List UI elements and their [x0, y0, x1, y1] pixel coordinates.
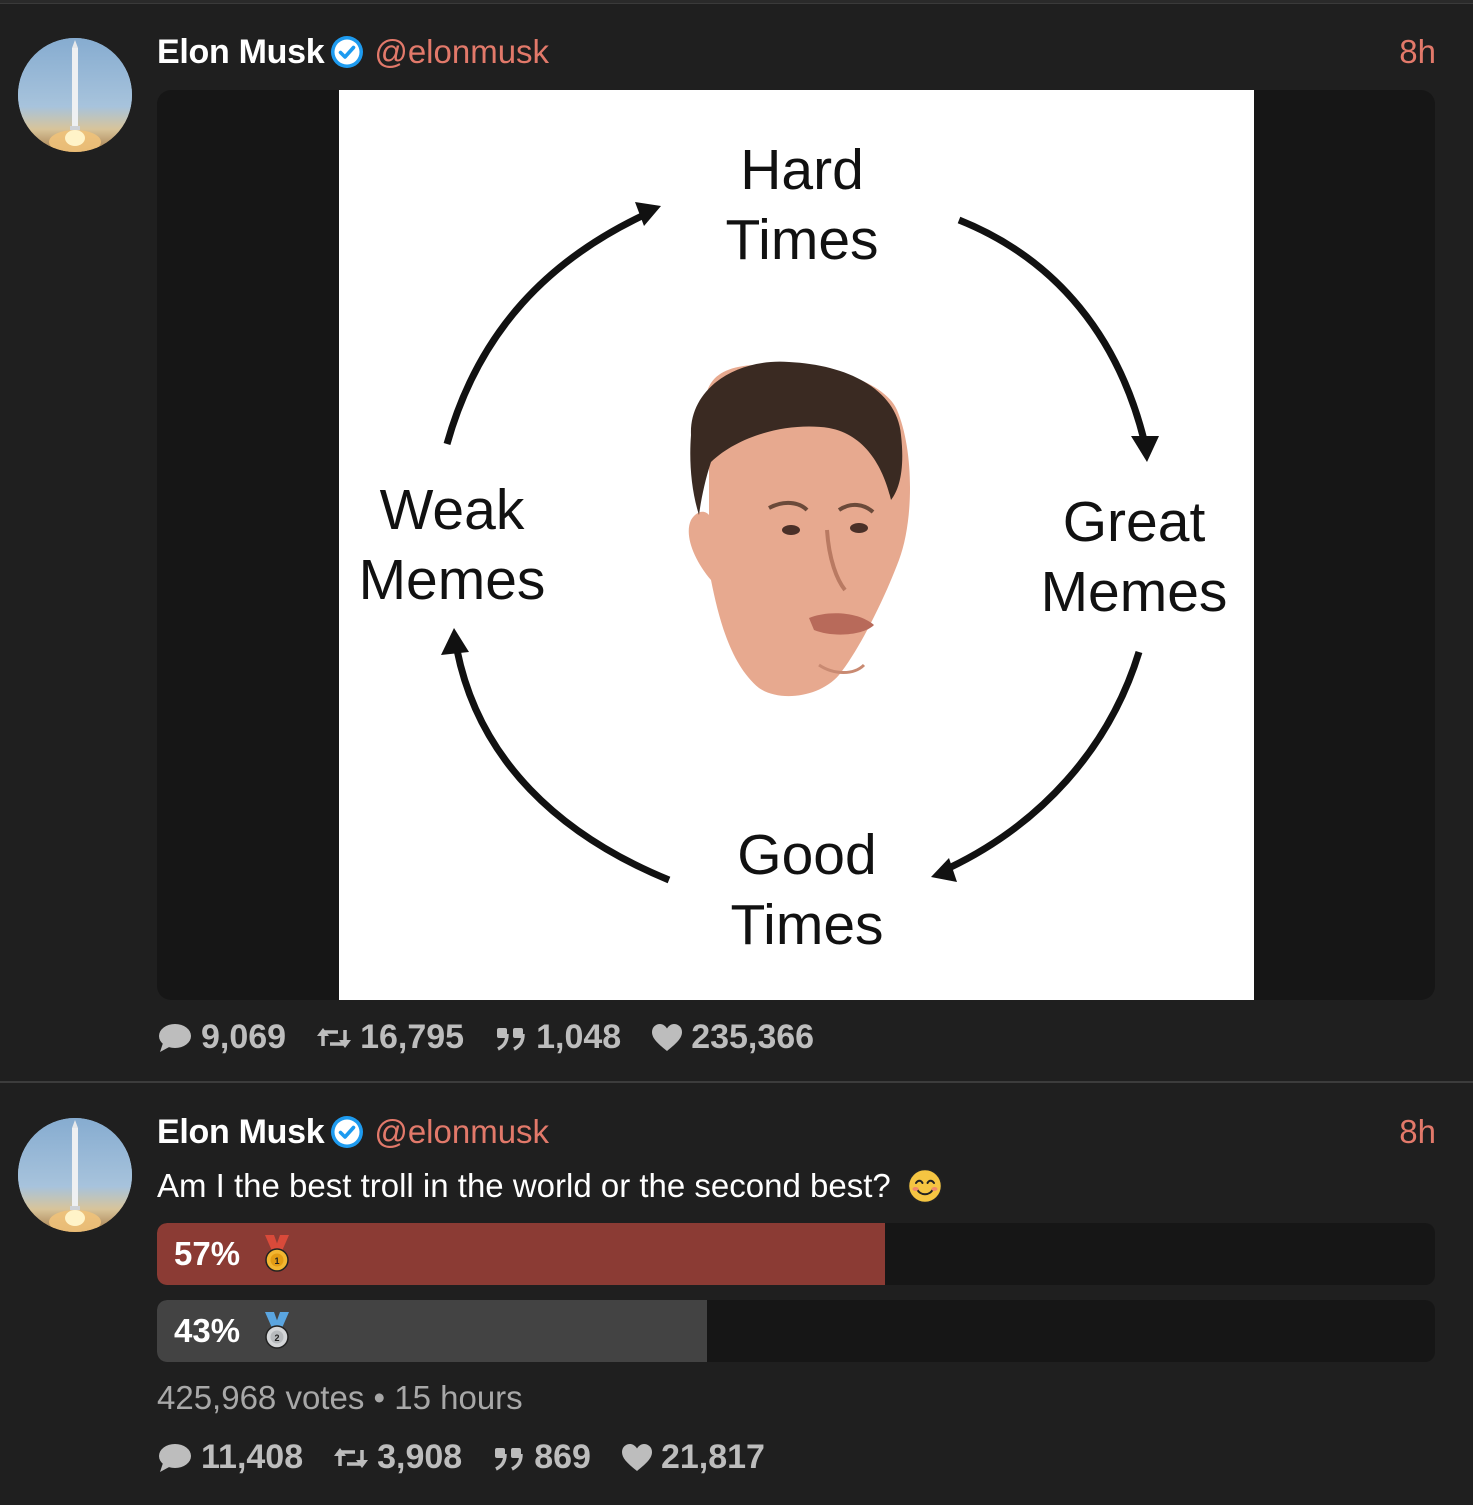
label-line: Good: [737, 823, 877, 887]
retweet-count: 3,908: [377, 1438, 463, 1476]
svg-text:1: 1: [275, 1256, 280, 1266]
reply-bubble-icon: [159, 1443, 191, 1472]
reply-stat[interactable]: 9,069: [157, 1018, 286, 1057]
retweet-stat[interactable]: 16,795: [316, 1018, 464, 1057]
heart-icon: [652, 1023, 683, 1051]
rocket-avatar-image: [18, 38, 132, 152]
quote-icon: [495, 1447, 523, 1471]
poll-option-label: 57% 1: [174, 1223, 294, 1285]
tweet-card: Elon Musk @elonmusk 8h Hard Times Great …: [0, 0, 1473, 1083]
like-count: 21,817: [660, 1438, 765, 1476]
like-count: 235,366: [691, 1018, 815, 1056]
quote-icon: [497, 1027, 525, 1051]
reply-count: 11,408: [201, 1438, 304, 1476]
retweet-icon: [317, 1027, 352, 1048]
like-stat[interactable]: 21,817: [621, 1438, 765, 1477]
rocket-avatar-image: [18, 1118, 132, 1232]
verified-badge-icon: [331, 36, 364, 68]
verified-badge-icon: [331, 1116, 364, 1148]
reply-bubble-icon: [159, 1023, 191, 1052]
label-line: Times: [725, 208, 879, 272]
author-handle[interactable]: @elonmusk: [374, 33, 549, 71]
cycle-label-left: Weak Memes: [322, 475, 582, 615]
svg-text:2: 2: [275, 1333, 280, 1343]
retweet-count: 16,795: [360, 1018, 465, 1056]
poll-votes: 425,968 votes: [157, 1379, 365, 1416]
arrow-head-icon: [1131, 436, 1159, 462]
smiling-face-emoji-icon: [907, 1168, 942, 1204]
tweet-timestamp[interactable]: 8h: [1399, 33, 1436, 71]
cycle-label-top: Hard Times: [672, 135, 932, 275]
quote-stat[interactable]: 1,048: [494, 1018, 621, 1057]
label-line: Hard: [740, 138, 864, 202]
retweet-icon: [334, 1447, 369, 1468]
gold-medal-icon: 1: [265, 1235, 290, 1272]
tweet-header: Elon Musk @elonmusk 8h: [157, 1112, 1436, 1152]
silver-medal-icon: 2: [265, 1312, 290, 1349]
reply-stat[interactable]: 11,408: [157, 1438, 303, 1477]
tweet-stats: 11,408 3,908 869 21,817: [157, 1438, 795, 1477]
quote-count: 1,048: [536, 1018, 622, 1056]
poll-option-2: 43% 2: [157, 1300, 1435, 1362]
label-line: Weak: [379, 478, 525, 542]
poll-separator: •: [373, 1379, 386, 1416]
meme-image: Hard Times Great Memes Good Times Weak M…: [339, 90, 1254, 1000]
label-line: Memes: [1040, 560, 1228, 624]
avatar[interactable]: [18, 1118, 132, 1232]
author-name[interactable]: Elon Musk: [157, 1113, 325, 1152]
cycle-label-bottom: Good Times: [677, 820, 937, 960]
quote-count: 869: [534, 1438, 591, 1476]
label-line: Great: [1062, 490, 1206, 554]
label-line: Times: [730, 893, 884, 957]
author-handle[interactable]: @elonmusk: [374, 1113, 549, 1151]
tweet-timestamp[interactable]: 8h: [1399, 1113, 1436, 1151]
cycle-label-right: Great Memes: [1004, 487, 1264, 627]
tweet-stats: 9,069 16,795 1,048 235,366: [157, 1018, 844, 1057]
tweet-text: Am I the best troll in the world or the …: [157, 1167, 891, 1204]
poll-option-label: 43% 2: [174, 1300, 294, 1362]
tweet-media[interactable]: Hard Times Great Memes Good Times Weak M…: [157, 90, 1435, 1000]
label-line: Memes: [358, 548, 546, 612]
author-name[interactable]: Elon Musk: [157, 33, 325, 72]
heart-icon: [621, 1443, 652, 1471]
retweet-stat[interactable]: 3,908: [333, 1438, 462, 1477]
quote-stat[interactable]: 869: [492, 1438, 591, 1477]
like-stat[interactable]: 235,366: [651, 1018, 814, 1057]
poll-percent: 57%: [174, 1235, 241, 1272]
tweet-header: Elon Musk @elonmusk 8h: [157, 32, 1436, 72]
poll-option-1: 57% 1: [157, 1223, 1435, 1285]
poll-duration: 15 hours: [394, 1379, 523, 1416]
tweet-body: Am I the best troll in the world or the …: [157, 1167, 943, 1205]
tweet-card: Elon Musk @elonmusk 8h Am I the best tro…: [0, 1083, 1473, 1505]
poll-percent: 43%: [174, 1312, 241, 1349]
arrow-head-icon: [441, 628, 469, 655]
face-image: [688, 361, 911, 697]
reply-count: 9,069: [201, 1018, 287, 1056]
poll-meta: 425,968 votes • 15 hours: [157, 1379, 523, 1417]
avatar[interactable]: [18, 38, 132, 152]
